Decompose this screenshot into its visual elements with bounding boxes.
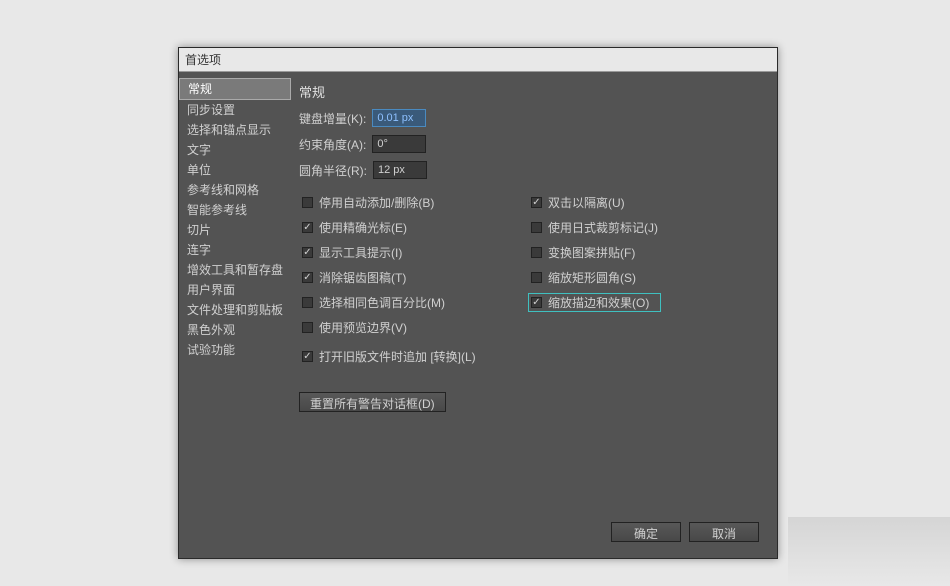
cb-select-same-tint[interactable]: 选择相同色调百分比(M) [299, 293, 448, 312]
cb-antialias-artwork[interactable]: 消除锯齿图稿(T) [299, 268, 448, 287]
keyboard-increment-row: 键盘增量(K): [299, 109, 767, 127]
cb-transform-pattern-tiles[interactable]: 变换图案拼贴(F) [528, 243, 661, 262]
checkbox-icon [531, 222, 542, 233]
preferences-dialog: 首选项 常规 同步设置 选择和锚点显示 文字 单位 参考线和网格 智能参考线 切… [178, 47, 778, 559]
dialog-title: 首选项 [179, 48, 777, 72]
sidebar: 常规 同步设置 选择和锚点显示 文字 单位 参考线和网格 智能参考线 切片 连字… [179, 72, 291, 512]
checkbox-icon [302, 297, 313, 308]
reset-warnings-button[interactable]: 重置所有警告对话框(D) [299, 392, 446, 412]
checkbox-grid: 停用自动添加/删除(B) 使用精确光标(E) 显示工具提示(I) 消除锯齿图稿(… [299, 193, 767, 337]
cancel-button[interactable]: 取消 [689, 522, 759, 542]
keyboard-increment-label: 键盘增量(K): [299, 110, 366, 127]
corner-radius-label: 圆角半径(R): [299, 162, 367, 179]
content-panel: 常规 键盘增量(K): 约束角度(A): 圆角半径(R): 停用自动添加/删除(… [291, 72, 777, 512]
sidebar-item-plugins-scratch[interactable]: 增效工具和暂存盘 [179, 260, 291, 280]
checkbox-col-right: 双击以隔离(U) 使用日式裁剪标记(J) 变换图案拼贴(F) 缩放矩形圆角(S) [528, 193, 661, 337]
sidebar-item-general[interactable]: 常规 [179, 78, 291, 100]
checkbox-icon [531, 272, 542, 283]
constrain-angle-input[interactable] [372, 135, 426, 153]
sidebar-item-guides-grid[interactable]: 参考线和网格 [179, 180, 291, 200]
checkbox-icon [531, 297, 542, 308]
sidebar-item-file-clipboard[interactable]: 文件处理和剪贴板 [179, 300, 291, 320]
checkbox-icon [531, 247, 542, 258]
cb-show-tooltips[interactable]: 显示工具提示(I) [299, 243, 448, 262]
cb-use-preview-bounds[interactable]: 使用预览边界(V) [299, 318, 448, 337]
section-heading: 常规 [299, 82, 767, 101]
checkbox-label: 使用日式裁剪标记(J) [548, 219, 658, 236]
button-bar: 确定 取消 [179, 512, 777, 558]
cb-scale-rect-corners[interactable]: 缩放矩形圆角(S) [528, 268, 661, 287]
corner-radius-input[interactable] [373, 161, 427, 179]
checkbox-icon [302, 247, 313, 258]
sidebar-item-type[interactable]: 文字 [179, 140, 291, 160]
dialog-body: 常规 同步设置 选择和锚点显示 文字 单位 参考线和网格 智能参考线 切片 连字… [179, 72, 777, 512]
cb-precise-cursors[interactable]: 使用精确光标(E) [299, 218, 448, 237]
checkbox-icon [302, 272, 313, 283]
checkbox-label: 双击以隔离(U) [548, 194, 625, 211]
checkbox-icon [302, 222, 313, 233]
keyboard-increment-input[interactable] [372, 109, 426, 127]
cb-doubleclick-isolate[interactable]: 双击以隔离(U) [528, 193, 661, 212]
sidebar-item-slices[interactable]: 切片 [179, 220, 291, 240]
sidebar-item-smart-guides[interactable]: 智能参考线 [179, 200, 291, 220]
checkbox-label: 缩放矩形圆角(S) [548, 269, 636, 286]
checkbox-label: 使用预览边界(V) [319, 319, 407, 336]
checkbox-icon [302, 351, 313, 362]
cb-disable-auto-add-delete[interactable]: 停用自动添加/删除(B) [299, 193, 448, 212]
ok-button[interactable]: 确定 [611, 522, 681, 542]
checkbox-label: 显示工具提示(I) [319, 244, 402, 261]
cb-japanese-cropmarks[interactable]: 使用日式裁剪标记(J) [528, 218, 661, 237]
checkbox-label: 停用自动添加/删除(B) [319, 194, 434, 211]
checkbox-icon [302, 322, 313, 333]
corner-radius-row: 圆角半径(R): [299, 161, 767, 179]
sidebar-item-sync[interactable]: 同步设置 [179, 100, 291, 120]
bottom-shadow-decoration [788, 517, 950, 586]
sidebar-item-experimental[interactable]: 试验功能 [179, 340, 291, 360]
sidebar-item-selection-anchor[interactable]: 选择和锚点显示 [179, 120, 291, 140]
sidebar-item-hyphenation[interactable]: 连字 [179, 240, 291, 260]
checkbox-label: 打开旧版文件时追加 [转换](L) [319, 348, 476, 365]
sidebar-item-ui[interactable]: 用户界面 [179, 280, 291, 300]
checkbox-icon [531, 197, 542, 208]
checkbox-col-left: 停用自动添加/删除(B) 使用精确光标(E) 显示工具提示(I) 消除锯齿图稿(… [299, 193, 448, 337]
constrain-angle-label: 约束角度(A): [299, 136, 366, 153]
checkbox-label: 缩放描边和效果(O) [548, 294, 649, 311]
cb-scale-strokes-effects[interactable]: 缩放描边和效果(O) [528, 293, 661, 312]
checkbox-icon [302, 197, 313, 208]
sidebar-item-black-appearance[interactable]: 黑色外观 [179, 320, 291, 340]
checkbox-label: 使用精确光标(E) [319, 219, 407, 236]
constrain-angle-row: 约束角度(A): [299, 135, 767, 153]
cb-append-convert-on-open[interactable]: 打开旧版文件时追加 [转换](L) [299, 347, 767, 366]
checkbox-label: 消除锯齿图稿(T) [319, 269, 406, 286]
checkbox-label: 变换图案拼贴(F) [548, 244, 635, 261]
checkbox-label: 选择相同色调百分比(M) [319, 294, 445, 311]
sidebar-item-units[interactable]: 单位 [179, 160, 291, 180]
